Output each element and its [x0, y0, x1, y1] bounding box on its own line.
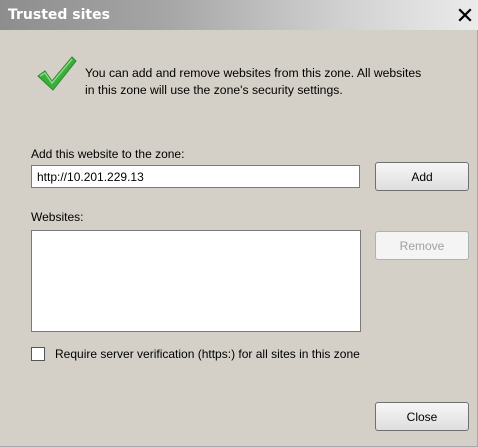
remove-button[interactable]: Remove — [375, 231, 469, 260]
trusted-sites-dialog: Trusted sites You can add and remove web… — [0, 0, 478, 447]
require-verification-row[interactable]: Require server verification (https:) for… — [31, 345, 360, 363]
add-button[interactable]: Add — [375, 162, 469, 191]
dialog-title: Trusted sites — [8, 7, 110, 23]
info-line-2: in this zone will use the zone's securit… — [85, 83, 343, 97]
add-website-label: Add this website to the zone: — [31, 147, 185, 161]
require-verification-checkbox[interactable] — [31, 347, 45, 361]
websites-list[interactable] — [31, 230, 361, 332]
green-checkmark-icon — [37, 56, 77, 91]
website-url-input[interactable] — [31, 165, 360, 188]
title-bar: Trusted sites — [0, 0, 478, 30]
websites-label: Websites: — [31, 210, 84, 224]
info-text: You can add and remove websites from thi… — [85, 65, 475, 99]
info-line-1: You can add and remove websites from thi… — [85, 66, 422, 80]
require-verification-label: Require server verification (https:) for… — [55, 347, 360, 361]
close-button[interactable]: Close — [375, 402, 469, 431]
close-icon[interactable] — [456, 5, 474, 25]
